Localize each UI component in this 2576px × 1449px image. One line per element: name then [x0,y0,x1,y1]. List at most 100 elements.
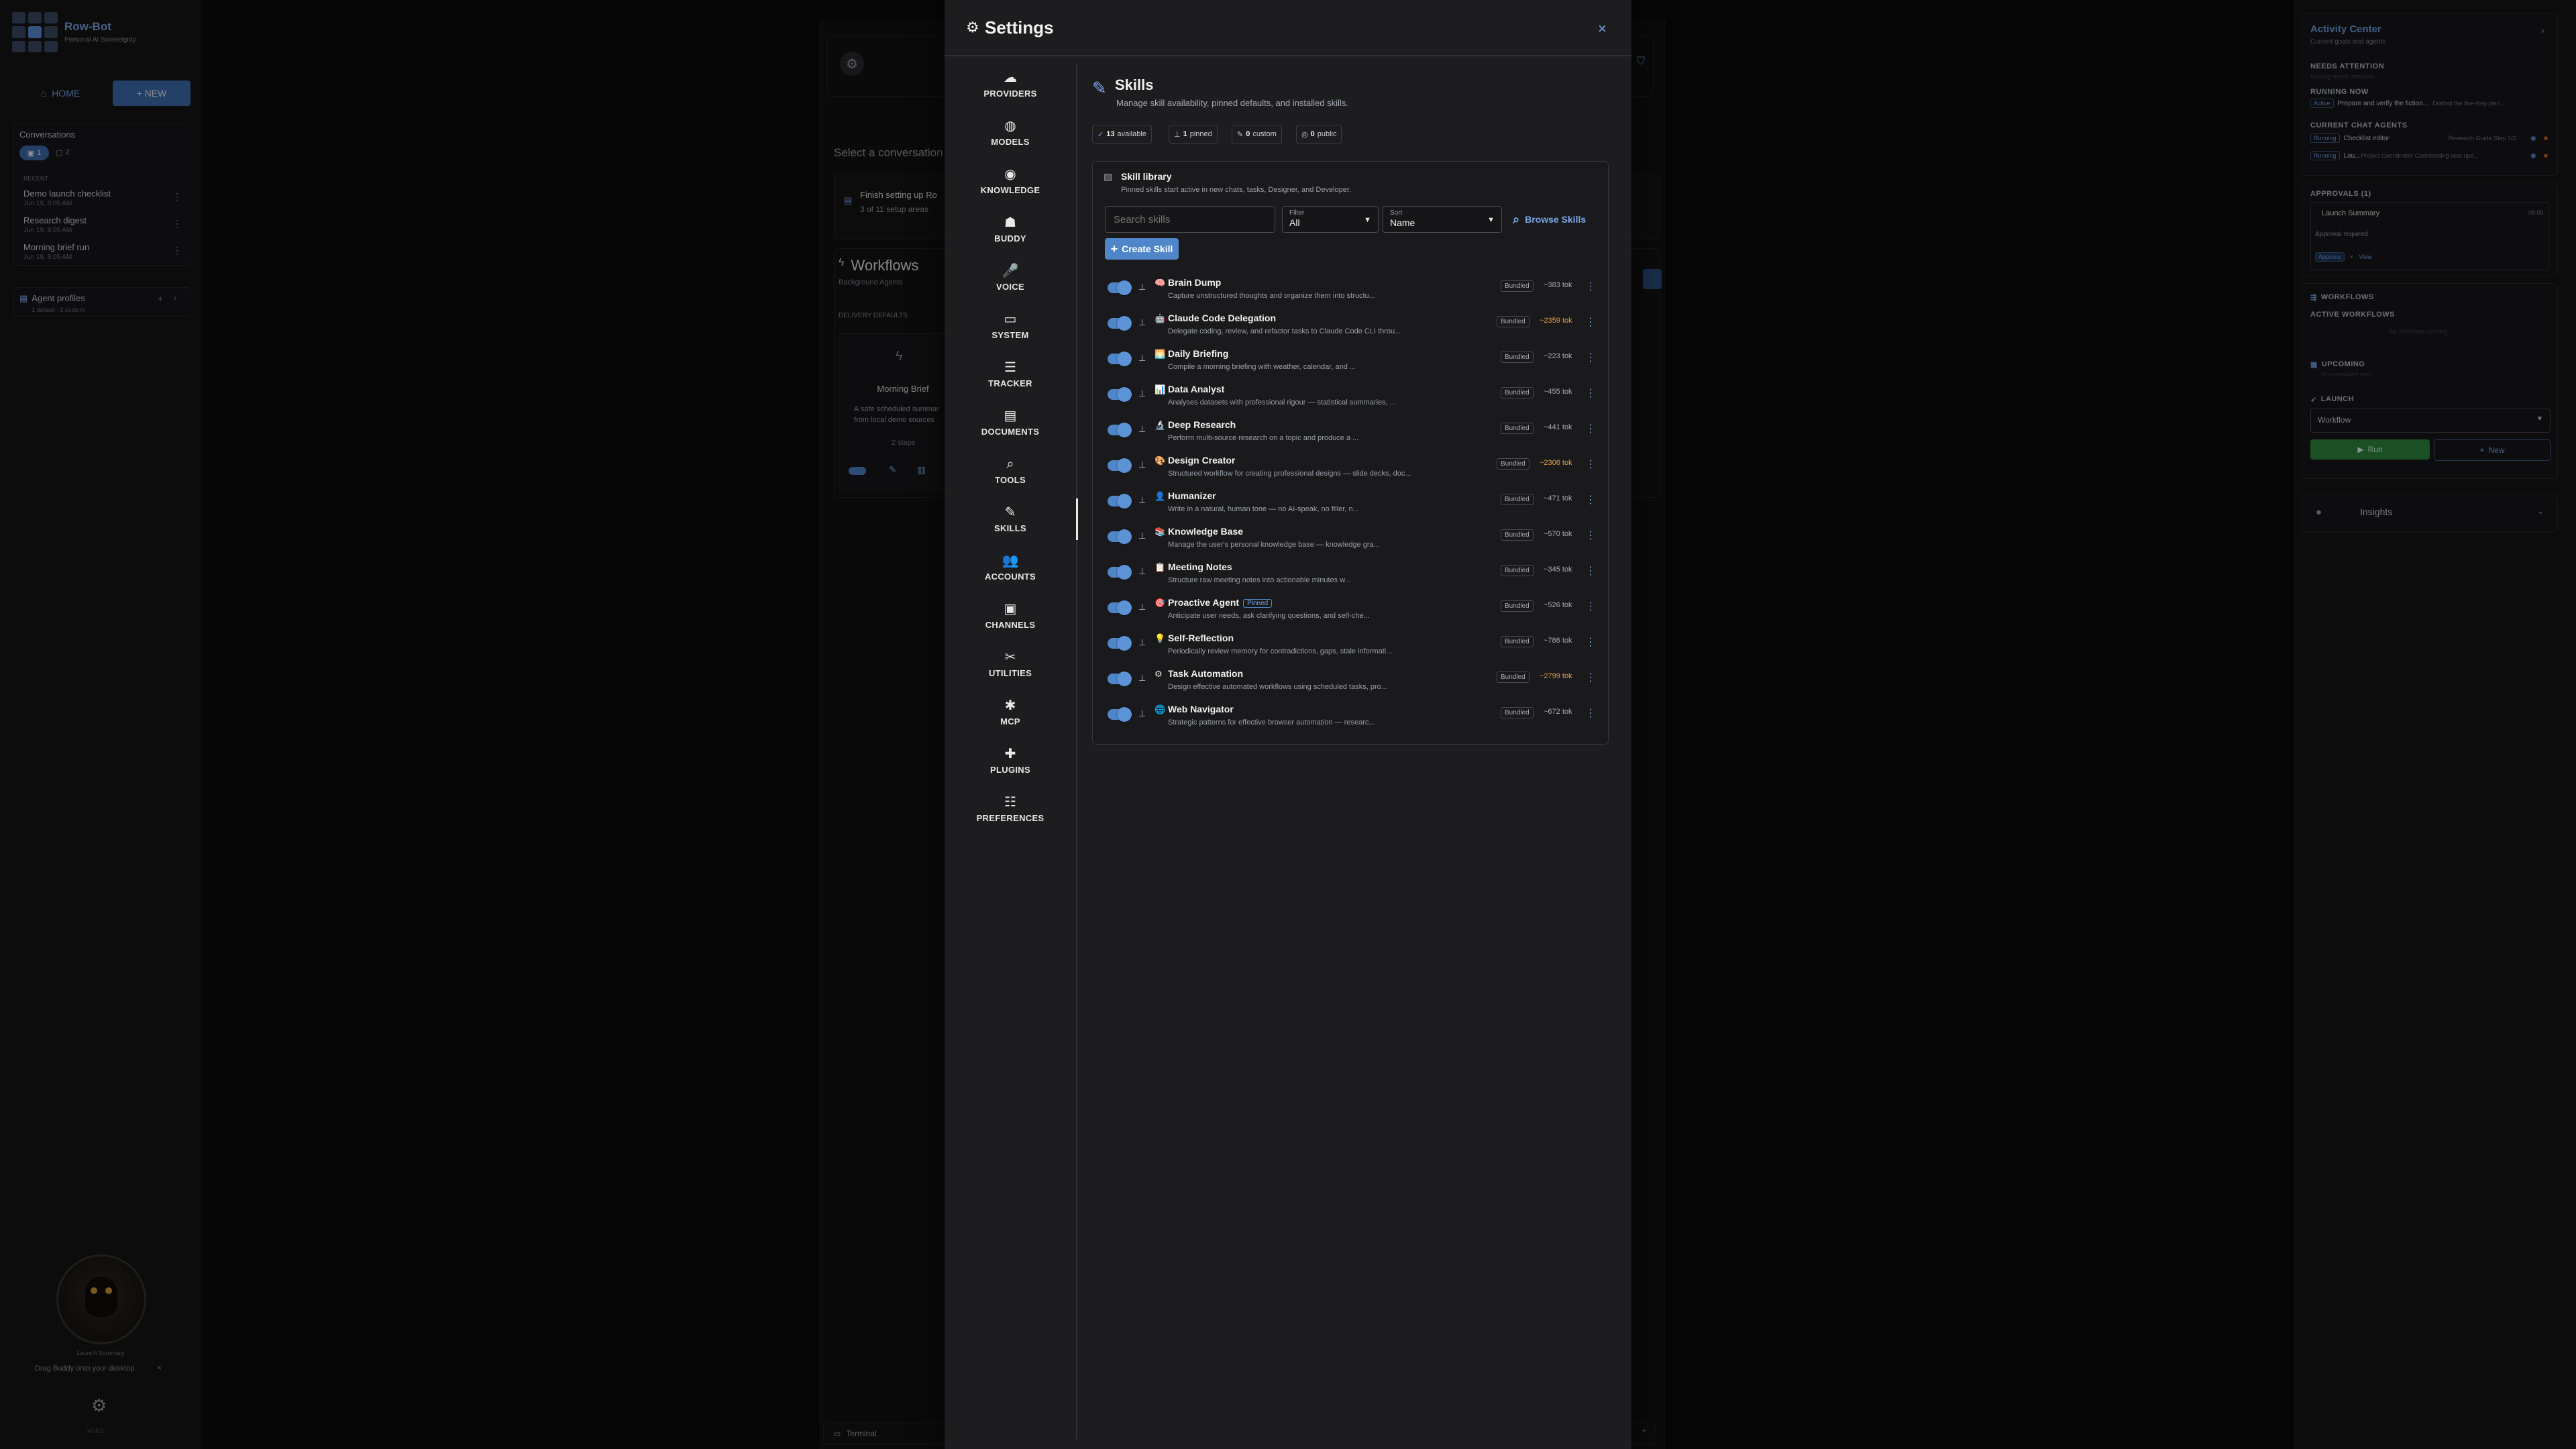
nav-tools[interactable]: ⌕ TOOLS [945,450,1076,492]
skill-toggle[interactable] [1108,494,1132,508]
skill-name: Humanizer [1168,490,1216,501]
pin-icon[interactable]: ⊥ [1138,317,1146,328]
pin-icon[interactable]: ⊥ [1138,495,1146,506]
skill-icon: 📚 [1155,527,1166,537]
token-count: ~471 tok [1544,494,1572,502]
pin-icon[interactable]: ⊥ [1138,388,1146,399]
search-input[interactable] [1105,206,1275,233]
pin-icon[interactable]: ⊥ [1138,353,1146,364]
pin-icon[interactable]: ⊥ [1138,460,1146,470]
settings-modal: ⚙ Settings × ☁ PROVIDERS ◍ MODELS ◉ KNOWLEDGE… [945,0,1631,1449]
skill-toggle[interactable] [1108,423,1132,437]
nav-utilities[interactable]: ✂ UTILITIES [945,643,1076,685]
pin-icon[interactable]: ⊥ [1138,566,1146,577]
library-title: Skill library [1121,171,1172,182]
kebab-icon[interactable]: ⋮ [1585,564,1596,578]
documents-icon: ▤ [1004,408,1017,423]
skill-row[interactable]: ⊥ 🤖 Claude Code Delegation Delegate coding,… [1101,307,1600,343]
nav-tracker[interactable]: ☰ TRACKER [945,354,1076,395]
skill-name: Knowledge Base [1168,526,1244,537]
skill-description: Capture unstructured thoughts and organi… [1168,292,1375,300]
create-skill-button[interactable]: + Create Skill [1105,238,1179,260]
kebab-icon[interactable]: ⋮ [1585,386,1596,400]
pin-icon[interactable]: ⊥ [1138,637,1146,648]
tools-icon: ⌕ [1006,456,1014,472]
skill-toggle[interactable] [1108,707,1132,722]
pinned-badge: Pinned [1243,599,1273,608]
bundled-badge: Bundled [1501,707,1534,718]
skill-description: Structure raw meeting notes into actiona… [1168,576,1351,584]
skill-row[interactable]: ⊥ 🌐 Web Navigator Strategic patterns for ef… [1101,698,1600,734]
close-button[interactable]: × [1598,20,1607,38]
nav-preferences[interactable]: ☷ PREFERENCES [945,788,1076,830]
skill-row[interactable]: ⊥ 📋 Meeting Notes Structure raw meeting not… [1101,556,1600,592]
skill-row[interactable]: ⊥ 🔬 Deep Research Perform multi-source rese… [1101,414,1600,449]
bundled-badge: Bundled [1501,565,1534,576]
skill-description: Write in a natural, human tone — no AI-s… [1168,505,1359,513]
skill-toggle[interactable] [1108,458,1132,473]
sort-select[interactable]: Sort Name ▼ [1383,206,1502,233]
kebab-icon[interactable]: ⋮ [1585,529,1596,542]
kebab-icon[interactable]: ⋮ [1585,280,1596,293]
skill-description: Structured workflow for creating profess… [1168,470,1411,478]
kebab-icon[interactable]: ⋮ [1585,493,1596,506]
pin-icon[interactable]: ⊥ [1138,708,1146,719]
kebab-icon[interactable]: ⋮ [1585,422,1596,435]
skill-icon: 🤖 [1155,313,1166,323]
skill-name: Web Navigator [1168,704,1234,714]
providers-icon: ☁ [1004,70,1017,85]
nav-system[interactable]: ▭ SYSTEM [945,305,1076,347]
skill-row[interactable]: ⊥ 🎯 Proactive Agent Pinned Anticipate user n… [1101,592,1600,627]
skill-row[interactable]: ⊥ ⚙ Task Automation Design effective automa… [1101,663,1600,698]
pin-icon[interactable]: ⊥ [1138,531,1146,541]
nav-voice[interactable]: 🎤 VOICE [945,257,1076,299]
kebab-icon[interactable]: ⋮ [1585,600,1596,613]
nav-providers[interactable]: ☁ PROVIDERS [945,64,1076,105]
skill-row[interactable]: ⊥ 🌅 Daily Briefing Compile a morning briefi… [1101,343,1600,378]
skill-toggle[interactable] [1108,316,1132,331]
kebab-icon[interactable]: ⋮ [1585,351,1596,364]
nav-models[interactable]: ◍ MODELS [945,112,1076,154]
kebab-icon[interactable]: ⋮ [1585,458,1596,471]
skill-row[interactable]: ⊥ 🧠 Brain Dump Capture unstructured thought… [1101,272,1600,307]
skill-toggle[interactable] [1108,280,1132,295]
pin-icon[interactable]: ⊥ [1138,673,1146,684]
pin-icon[interactable]: ⊥ [1138,282,1146,292]
skill-row[interactable]: ⊥ 📊 Data Analyst Analyses datasets with pro… [1101,378,1600,414]
nav-channels[interactable]: ▣ CHANNELS [945,595,1076,637]
skill-toggle[interactable] [1108,672,1132,686]
token-count: ~2359 tok [1540,317,1572,325]
skill-row[interactable]: ⊥ 🎨 Design Creator Structured workflow for … [1101,449,1600,485]
nav-documents[interactable]: ▤ DOCUMENTS [945,402,1076,443]
skill-toggle[interactable] [1108,636,1132,651]
skill-toggle[interactable] [1108,565,1132,580]
pin-icon[interactable]: ⊥ [1138,424,1146,435]
nav-knowledge[interactable]: ◉ KNOWLEDGE [945,160,1076,202]
skill-row[interactable]: ⊥ 💡 Self-Reflection Periodically review mem… [1101,627,1600,663]
stat-pinned: ⊥ 1 pinned [1169,125,1218,144]
filter-select[interactable]: Filter All ▼ [1282,206,1379,233]
skill-toggle[interactable] [1108,352,1132,366]
nav-accounts[interactable]: 👥 ACCOUNTS [945,547,1076,588]
stat-available: ✓ 13 available [1092,125,1152,144]
skill-row[interactable]: ⊥ 👤 Humanizer Write in a natural, human ton… [1101,485,1600,521]
nav-plugins[interactable]: ✚ PLUGINS [945,740,1076,782]
kebab-icon[interactable]: ⋮ [1585,706,1596,720]
nav-buddy[interactable]: ☗ BUDDY [945,209,1076,250]
nav-skills[interactable]: ✎ SKILLS [945,498,1078,540]
skill-toggle[interactable] [1108,600,1132,615]
kebab-icon[interactable]: ⋮ [1585,671,1596,684]
system-icon: ▭ [1004,311,1017,327]
nav-mcp[interactable]: ✱ MCP [945,692,1076,733]
pin-icon[interactable]: ⊥ [1138,602,1146,612]
kebab-icon[interactable]: ⋮ [1585,315,1596,329]
skill-row[interactable]: ⊥ 📚 Knowledge Base Manage the user's person… [1101,521,1600,556]
kebab-icon[interactable]: ⋮ [1585,635,1596,649]
skill-icon: 🌅 [1155,349,1166,359]
skill-name: Data Analyst [1168,384,1225,394]
browse-skills-button[interactable]: ⌕ Browse Skills [1513,210,1586,229]
skill-toggle[interactable] [1108,387,1132,402]
skill-toggle[interactable] [1108,529,1132,544]
nav-label: PREFERENCES [976,812,1044,823]
bundled-badge: Bundled [1501,636,1534,647]
